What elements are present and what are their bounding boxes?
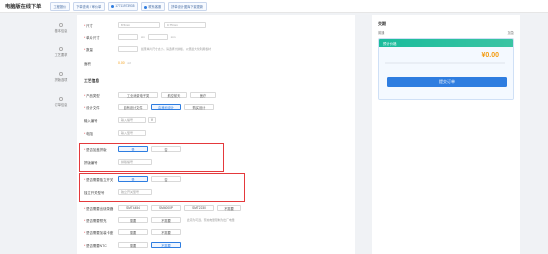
sidebar-item-process[interactable]: 工艺要求: [48, 47, 74, 57]
q1-label: *是否加盖拼版: [84, 147, 107, 152]
area-unit: m²: [127, 61, 131, 65]
summary-title: 交期: [378, 21, 386, 26]
price-card-header: 预计价格: [379, 39, 513, 47]
q2-sub-input[interactable]: 独立开关型号: [118, 189, 152, 195]
basic-info-icon: [59, 23, 63, 27]
q3-label: *是否需要出烧录器: [84, 206, 114, 211]
topnav-item-download[interactable]: 拼单设计图库下载更新: [167, 2, 207, 11]
type-label: *产品类型: [84, 93, 100, 98]
type-option-aero[interactable]: 航空航天: [161, 91, 187, 99]
q5-option-yes[interactable]: 需要: [118, 228, 148, 236]
topnav-item-phone[interactable]: 17711973935: [107, 2, 138, 11]
q1-sub-label: 拼版编号: [84, 160, 98, 165]
sidebar-item-panel[interactable]: 拼版选项: [48, 72, 74, 82]
top-bar: 电脑版在线下单 工程报价 下单查询 / 审价单 17711973935 联系客服…: [0, 0, 548, 13]
length-label: *尺寸: [84, 23, 93, 28]
design-option-buy[interactable]: 购买设计: [184, 103, 214, 111]
area-label: 面积: [84, 61, 91, 66]
price-divider: [385, 62, 505, 64]
q2-label: *是否需要独立开关: [84, 177, 114, 182]
qty-note: 如果单片尺寸太小，请选择大拼板，以便最大化利用板材: [141, 47, 211, 51]
size-input-1[interactable]: [118, 34, 138, 40]
topnav-item-quote[interactable]: 工程报价: [50, 2, 70, 11]
length-input[interactable]: 8.5mm: [118, 22, 160, 28]
width-input[interactable]: 0.75mm: [164, 22, 206, 28]
pcb-label: *电阻: [84, 131, 93, 136]
q6-label: *是否需要NTC: [84, 243, 107, 248]
pcb-input[interactable]: 输入型号: [118, 130, 146, 136]
qty-row: *数量 如果单片尺寸太小，请选择大拼板，以便最大化利用板材: [84, 45, 211, 53]
q4-label: *是否需要预充: [84, 218, 107, 223]
order-summary-panel: 交期 普通 加急 预计价格 ¥0.00 提交订单: [372, 15, 520, 254]
q1-no-option[interactable]: 否: [151, 145, 181, 153]
design-option-own[interactable]: 自有设计文件: [118, 103, 148, 111]
section-title: 工艺信息: [84, 79, 100, 83]
q3-option-none[interactable]: 不需要: [217, 204, 241, 212]
sidebar-item-basic[interactable]: 基本信息: [48, 23, 74, 33]
size-unit-1: cm: [141, 35, 145, 39]
size-row: *单片尺寸 cm mm: [84, 33, 175, 41]
q2-no-option[interactable]: 否: [151, 175, 181, 183]
v-button[interactable]: V: [148, 116, 156, 124]
order-form: *尺寸 8.5mm 0.75mm *单片尺寸 cm mm *数量 如果单片尺寸太…: [77, 15, 355, 254]
panel-icon: [59, 72, 63, 76]
phone-icon: [111, 4, 115, 8]
qty-input[interactable]: [118, 46, 138, 52]
q6-option-no[interactable]: 不需要: [151, 241, 181, 249]
length-row: *尺寸 8.5mm 0.75mm: [84, 21, 206, 29]
area-row: 面积 0.00 m²: [84, 59, 131, 67]
price-card-body: ¥0.00 提交订单: [379, 47, 513, 99]
qty-label: *数量: [84, 47, 93, 52]
q2-yes-option[interactable]: 是: [118, 175, 148, 183]
q3-row: *是否需要出烧录器 SMT4454 SM4000P SMT2230 不需要: [84, 204, 244, 212]
q5-label: *是否需要加装卡座: [84, 230, 114, 235]
sidebar-item-order[interactable]: 订单信息: [48, 97, 74, 107]
input-no-field[interactable]: 输入编号: [118, 117, 146, 123]
q1-sub-input[interactable]: 拼版编号: [118, 159, 152, 165]
pcb-row: *电阻 输入型号: [84, 129, 146, 137]
order-icon: [59, 97, 63, 101]
topnav-item-service[interactable]: 联系客服: [140, 2, 165, 11]
size-unit-2: mm: [170, 35, 176, 39]
design-label: *设计文件: [84, 105, 100, 110]
input-no-row: 输入编号 输入编号 V: [84, 116, 159, 124]
q5-row: *是否需要加装卡座 需要 不需要: [84, 228, 184, 236]
sidebar: 基本信息 工艺要求 拼版选项 订单信息: [48, 17, 74, 137]
q2-sub-label: 独立开关型号: [84, 190, 105, 195]
q2-row: *是否需要独立开关 是 否: [84, 175, 184, 183]
submit-order-button[interactable]: 提交订单: [387, 77, 507, 87]
q6-row: *是否需要NTC 需要 不需要: [84, 241, 184, 249]
input-no-label: 输入编号: [84, 118, 98, 123]
q5-option-no[interactable]: 不需要: [151, 228, 181, 236]
q6-option-yes[interactable]: 需要: [118, 241, 148, 249]
q1-sub-row: 拼版编号 拼版编号: [84, 158, 152, 166]
q1-yes-option[interactable]: 是: [118, 145, 148, 153]
q4-row: *是否需要预充 需要 不需要 此项为可选，预充电量限制为出厂电量: [84, 216, 235, 224]
q1-row: *是否加盖拼版 是 否: [84, 145, 184, 153]
price-card: 预计价格 ¥0.00 提交订单: [378, 38, 514, 100]
summary-row-right: 加急: [507, 31, 514, 35]
type-option-consumer[interactable]: 工业消费电子类: [118, 91, 158, 99]
size-label: *单片尺寸: [84, 35, 100, 40]
summary-row-left: 普通: [378, 31, 385, 35]
q3-option-3[interactable]: SMT2230: [184, 204, 214, 212]
q2-sub-row: 独立开关型号 独立开关型号: [84, 188, 152, 196]
design-option-ours[interactable]: 由我司设计: [151, 103, 181, 111]
q4-option-yes[interactable]: 需要: [118, 216, 148, 224]
app-title: 电脑版在线下单: [5, 4, 42, 10]
q3-option-1[interactable]: SMT4454: [118, 204, 148, 212]
design-row: *设计文件 自有设计文件 由我司设计 购买设计: [84, 103, 217, 111]
q4-note: 此项为可选，预充电量限制为出厂电量: [187, 218, 235, 222]
price-value: ¥0.00: [481, 52, 499, 59]
q3-option-2[interactable]: SM4000P: [151, 204, 181, 212]
area-value: 0.00: [118, 61, 125, 65]
process-icon: [59, 47, 63, 51]
summary-row: 普通 加急: [378, 30, 514, 35]
type-option-medical[interactable]: 医疗: [190, 91, 216, 99]
size-input-2[interactable]: [147, 34, 168, 40]
topnav-item-orders[interactable]: 下单查询 / 审价单: [72, 2, 105, 11]
type-row: *产品类型 工业消费电子类 航空航天 医疗: [84, 91, 219, 99]
top-nav: 工程报价 下单查询 / 审价单 17711973935 联系客服 拼单设计图库下…: [50, 2, 207, 11]
q4-option-no[interactable]: 不需要: [151, 216, 181, 224]
